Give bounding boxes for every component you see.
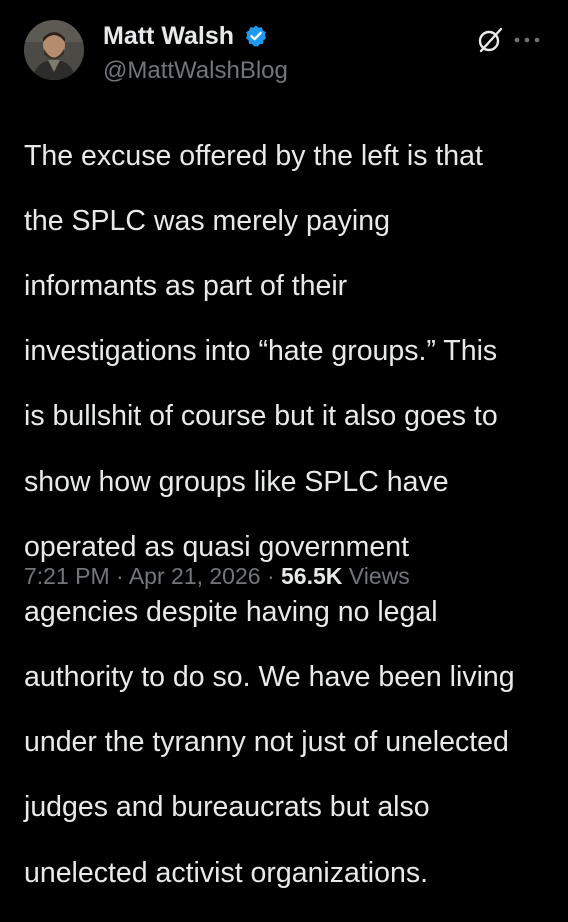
tweet-text-line: unelected activist organizations. xyxy=(24,856,428,889)
tweet-text-line: operated as quasi government xyxy=(24,530,410,563)
author-name[interactable]: Matt Walsh xyxy=(103,20,234,52)
tweet-text-line: informants as part of their xyxy=(24,269,348,302)
grok-slash-icon[interactable] xyxy=(476,26,504,54)
views-label: Views xyxy=(348,563,410,589)
tweet-text-line: is bullshit of course but it also goes t… xyxy=(24,400,498,433)
tweet-text-line: authority to do so. We have been living xyxy=(24,661,515,694)
tweet-time[interactable]: 7:21 PM xyxy=(24,563,110,589)
tweet-text: The excuse offered by the left is that t… xyxy=(24,107,554,922)
meta-separator: · xyxy=(266,563,275,589)
tweet-text-line: investigations into “hate groups.” This xyxy=(24,335,498,368)
tweet-text-line: the SPLC was merely paying xyxy=(24,204,390,237)
tweet: Matt Walsh @MattWalshBlog The excuse off… xyxy=(0,0,568,889)
more-options-icon[interactable] xyxy=(513,36,541,44)
tweet-date[interactable]: Apr 21, 2026 xyxy=(129,563,261,589)
verified-badge-icon xyxy=(246,25,266,47)
tweet-text-line: The excuse offered by the left is that xyxy=(24,139,483,172)
tweet-text-line: under the tyranny not just of unelected xyxy=(24,726,509,759)
views-count[interactable]: 56.5K xyxy=(281,563,342,589)
avatar-image xyxy=(24,20,84,80)
tweet-metadata: 7:21 PM · Apr 21, 2026 · 56.5K Views xyxy=(24,561,410,591)
tweet-text-line: show how groups like SPLC have xyxy=(24,465,449,498)
meta-separator: · xyxy=(116,563,124,589)
avatar[interactable] xyxy=(24,20,84,80)
author-handle[interactable]: @MattWalshBlog xyxy=(103,56,288,86)
tweet-text-line: agencies despite having no legal xyxy=(24,595,438,628)
tweet-text-line: judges and bureaucrats but also xyxy=(24,791,430,824)
